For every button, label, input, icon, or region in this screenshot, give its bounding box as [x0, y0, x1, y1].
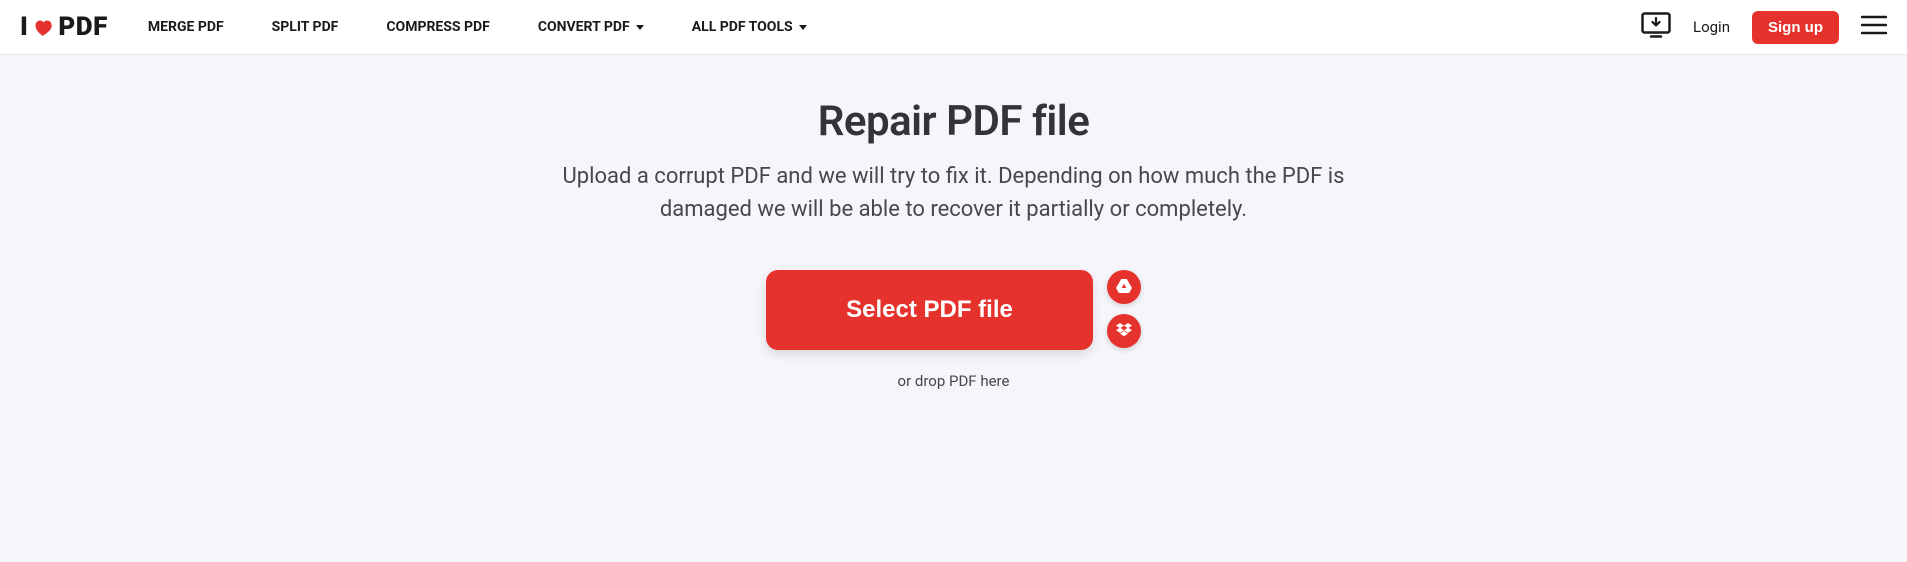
heart-icon — [30, 16, 56, 40]
main-content: Repair PDF file Upload a corrupt PDF and… — [0, 55, 1907, 562]
nav-split[interactable]: SPLIT PDF — [272, 19, 339, 35]
desktop-download-icon[interactable] — [1641, 12, 1671, 42]
menu-icon[interactable] — [1861, 15, 1887, 39]
chevron-down-icon — [636, 25, 644, 30]
select-file-button[interactable]: Select PDF file — [766, 270, 1093, 350]
main-nav: MERGE PDF SPLIT PDF COMPRESS PDF CONVERT… — [148, 19, 807, 35]
nav-all-tools[interactable]: ALL PDF TOOLS — [692, 19, 807, 35]
drop-hint: or drop PDF here — [0, 372, 1907, 390]
nav-convert[interactable]: CONVERT PDF — [538, 19, 644, 35]
page-title: Repair PDF file — [0, 97, 1907, 146]
header-right: Login Sign up — [1641, 11, 1887, 44]
nav-merge[interactable]: MERGE PDF — [148, 19, 224, 35]
nav-compress[interactable]: COMPRESS PDF — [386, 19, 489, 35]
dropbox-icon — [1116, 322, 1132, 341]
logo[interactable]: I PDF — [20, 12, 108, 42]
google-drive-icon — [1116, 278, 1132, 297]
page-subtitle: Upload a corrupt PDF and we will try to … — [554, 160, 1354, 226]
upload-row: Select PDF file — [766, 270, 1141, 350]
cloud-source-buttons — [1107, 270, 1141, 348]
signup-button[interactable]: Sign up — [1752, 11, 1839, 44]
chevron-down-icon — [799, 25, 807, 30]
login-link[interactable]: Login — [1693, 18, 1730, 36]
top-header: I PDF MERGE PDF SPLIT PDF COMPRESS PDF C… — [0, 0, 1907, 55]
google-drive-button[interactable] — [1107, 270, 1141, 304]
dropbox-button[interactable] — [1107, 314, 1141, 348]
logo-prefix: I — [20, 12, 28, 42]
logo-suffix: PDF — [58, 12, 107, 42]
